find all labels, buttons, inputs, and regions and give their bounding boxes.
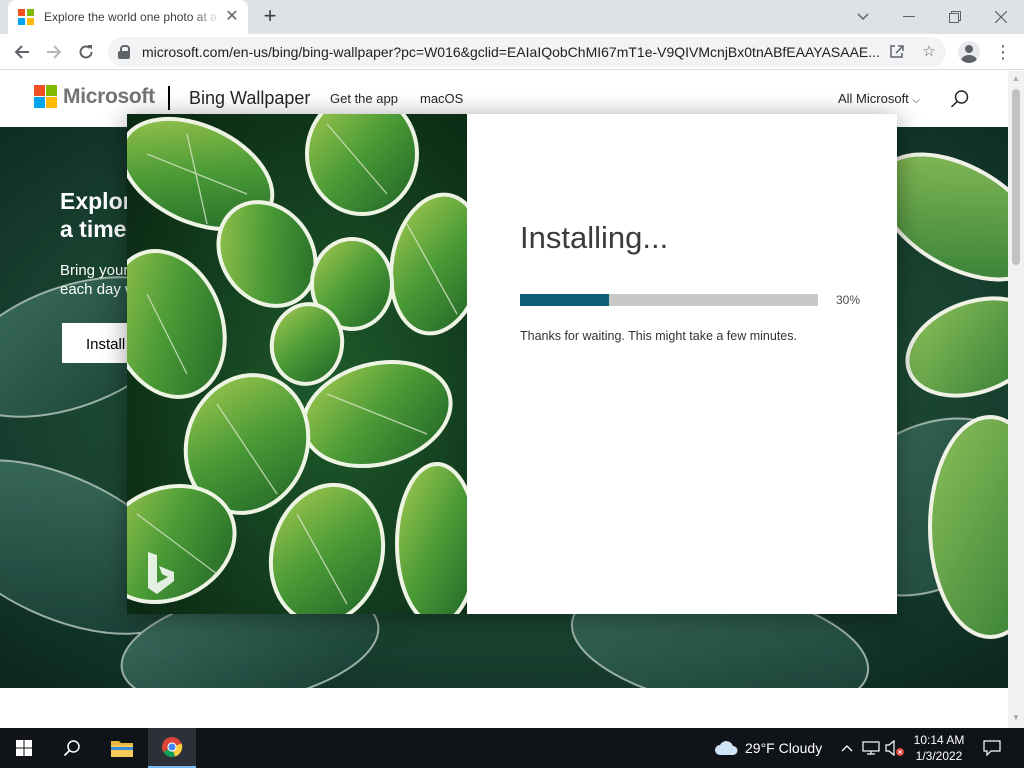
install-progress-bar xyxy=(520,294,818,306)
microsoft-logo-icon[interactable] xyxy=(34,85,57,108)
url-text[interactable]: microsoft.com/en-us/bing/bing-wallpaper?… xyxy=(142,44,882,60)
restore-icon[interactable] xyxy=(932,0,978,34)
profile-avatar-icon[interactable] xyxy=(958,41,980,63)
clock-time: 10:14 AM xyxy=(913,733,965,747)
volume-muted-icon[interactable] xyxy=(884,728,906,768)
microsoft-brand-link[interactable]: Microsoft xyxy=(63,85,155,109)
page-scrollbar[interactable]: ▲ ▼ xyxy=(1008,71,1024,728)
bookmark-star-icon[interactable]: ☆ xyxy=(920,43,938,61)
new-tab-icon[interactable]: + xyxy=(258,4,282,28)
network-icon[interactable] xyxy=(860,728,882,768)
all-microsoft-menu[interactable]: All Microsoft ⌵ xyxy=(838,91,920,106)
tab-title: Explore the world one photo at a time xyxy=(44,10,220,24)
scrollbar-thumb[interactable] xyxy=(1012,89,1020,265)
system-clock[interactable]: 10:14 AM 1/3/2022 xyxy=(908,732,970,764)
header-divider xyxy=(168,86,170,110)
notifications-icon[interactable] xyxy=(978,728,1006,768)
chevron-down-icon: ⌵ xyxy=(912,95,921,106)
lock-icon[interactable] xyxy=(118,45,130,59)
file-explorer-icon[interactable] xyxy=(98,728,146,768)
dialog-succulent-image xyxy=(127,114,467,614)
scroll-down-icon[interactable]: ▼ xyxy=(1011,713,1021,723)
windows-taskbar: 29°F Cloudy 10:14 AM 1/3/2022 xyxy=(0,728,1024,768)
reload-icon[interactable] xyxy=(72,38,100,66)
close-tab-icon[interactable]: ✕ xyxy=(224,9,240,25)
all-microsoft-label: All Microsoft xyxy=(838,91,909,106)
chrome-menu-icon[interactable]: ⋮ xyxy=(994,40,1012,64)
nav-macos[interactable]: macOS xyxy=(420,91,463,106)
windows-logo-icon xyxy=(16,740,32,756)
install-wait-message: Thanks for waiting. This might take a fe… xyxy=(520,329,797,343)
microsoft-favicon-icon xyxy=(18,9,34,25)
minimize-icon[interactable] xyxy=(886,0,932,34)
scroll-up-icon[interactable]: ▲ xyxy=(1011,74,1021,84)
product-title-link[interactable]: Bing Wallpaper xyxy=(189,88,310,109)
share-icon[interactable] xyxy=(888,43,906,61)
browser-toolbar: microsoft.com/en-us/bing/bing-wallpaper?… xyxy=(0,34,1024,70)
clock-date: 1/3/2022 xyxy=(915,749,963,763)
forward-icon[interactable] xyxy=(40,38,68,66)
taskbar-search-icon[interactable] xyxy=(48,728,96,768)
install-progress-fill xyxy=(520,294,610,306)
chrome-taskbar-icon[interactable] xyxy=(148,728,196,768)
nav-get-the-app[interactable]: Get the app xyxy=(330,91,398,106)
start-button[interactable] xyxy=(0,728,48,768)
installing-title: Installing... xyxy=(520,220,669,255)
back-icon[interactable] xyxy=(8,38,36,66)
cloud-weather-icon[interactable] xyxy=(712,728,740,768)
bing-logo-icon xyxy=(148,552,174,594)
search-icon[interactable] xyxy=(950,89,970,109)
close-window-icon[interactable] xyxy=(978,0,1024,34)
progress-percent-label: 30% xyxy=(836,293,861,307)
weather-label[interactable]: 29°F Cloudy xyxy=(745,740,822,756)
show-hidden-icons-icon[interactable] xyxy=(838,728,856,768)
tab-strip: Explore the world one photo at a time ✕ … xyxy=(0,0,1024,34)
install-dialog: Installing... 30% Thanks for waiting. Th… xyxy=(127,114,897,614)
address-bar[interactable]: microsoft.com/en-us/bing/bing-wallpaper?… xyxy=(108,37,946,67)
browser-tab[interactable]: Explore the world one photo at a time ✕ xyxy=(8,0,248,34)
tab-search-icon[interactable] xyxy=(840,0,886,34)
